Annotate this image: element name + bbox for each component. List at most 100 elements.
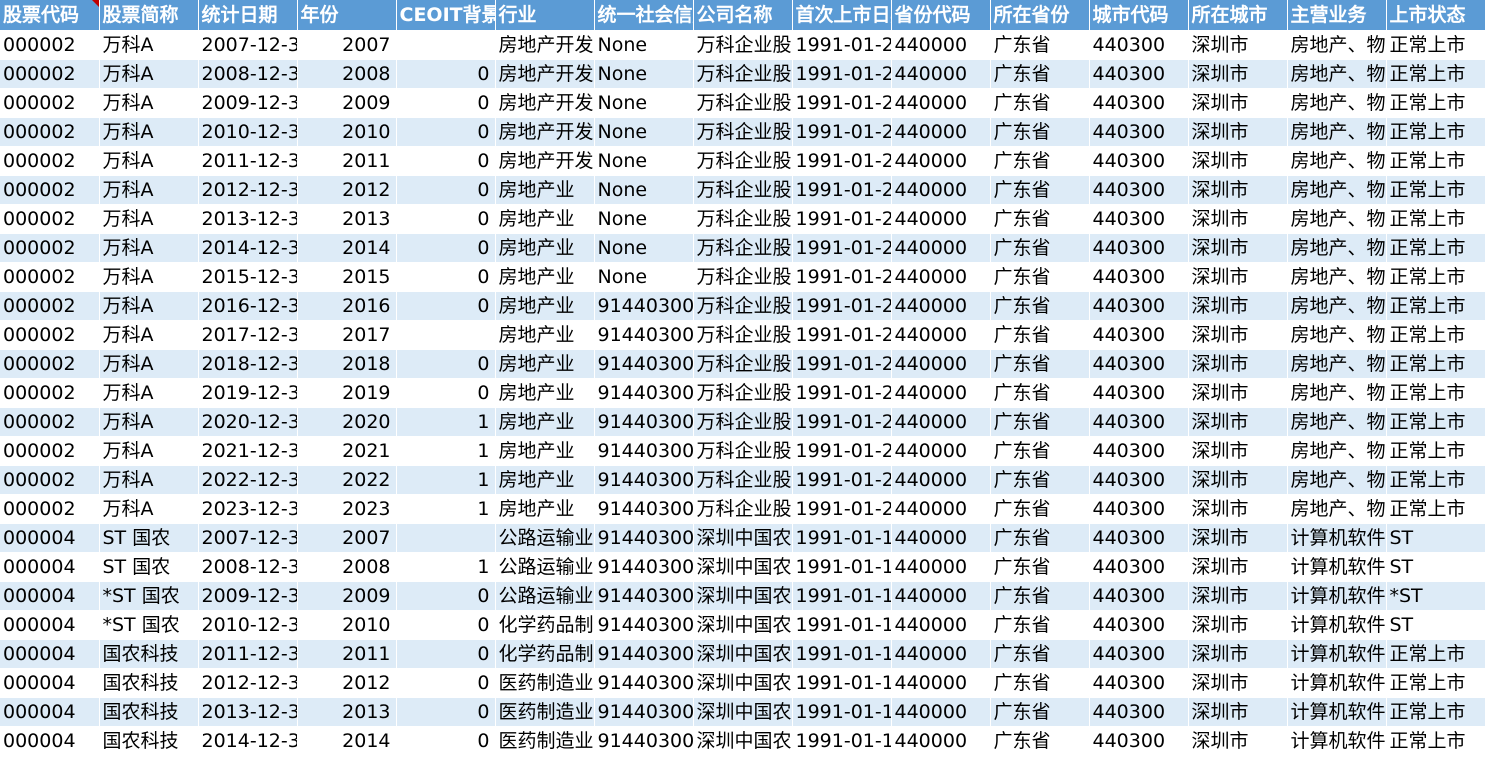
cell-code[interactable]: 000002 <box>0 88 100 118</box>
cell-city_code[interactable]: 440300 <box>1089 581 1189 611</box>
cell-company[interactable]: 万科企业股份 <box>693 117 793 147</box>
cell-code[interactable]: 000002 <box>0 465 100 495</box>
cell-ipo[interactable]: 1991-01-29 <box>792 407 892 437</box>
cell-prov_code[interactable]: 440000 <box>891 581 991 611</box>
cell-year[interactable]: 2010 <box>297 610 397 640</box>
cell-date[interactable]: 2020-12-31 <box>198 407 298 437</box>
cell-province[interactable]: 广东省 <box>990 59 1090 89</box>
cell-city[interactable]: 深圳市 <box>1188 610 1288 640</box>
cell-ipo[interactable]: 1991-01-14 <box>792 726 892 756</box>
cell-company[interactable]: 深圳中国农大 <box>693 726 793 756</box>
cell-status[interactable]: 正常上市 <box>1386 320 1485 350</box>
cell-year[interactable]: 2015 <box>297 262 397 292</box>
cell-credit[interactable]: 91440300192179585N <box>594 552 694 582</box>
cell-credit[interactable]: 91440300192179585N <box>594 639 694 669</box>
cell-province[interactable]: 广东省 <box>990 726 1090 756</box>
cell-industry[interactable]: 医药制造业 <box>495 726 595 756</box>
cell-credit[interactable]: None <box>594 175 694 205</box>
cell-province[interactable]: 广东省 <box>990 465 1090 495</box>
cell-abbr[interactable]: 国农科技 <box>99 639 199 669</box>
cell-business[interactable]: 房地产、物业 <box>1287 30 1387 60</box>
cell-ceo[interactable]: 0 <box>396 262 496 292</box>
cell-ceo[interactable] <box>396 30 496 60</box>
cell-province[interactable]: 广东省 <box>990 523 1090 553</box>
cell-company[interactable]: 深圳中国农大 <box>693 639 793 669</box>
cell-ceo[interactable]: 0 <box>396 146 496 176</box>
column-header-credit[interactable]: 统一社会信用代码 <box>594 0 694 31</box>
cell-abbr[interactable]: ST 国农 <box>99 552 199 582</box>
cell-year[interactable]: 2017 <box>297 320 397 350</box>
cell-ceo[interactable]: 0 <box>396 581 496 611</box>
cell-ceo[interactable]: 1 <box>396 552 496 582</box>
cell-company[interactable]: 深圳中国农大 <box>693 668 793 698</box>
cell-province[interactable]: 广东省 <box>990 320 1090 350</box>
cell-code[interactable]: 000002 <box>0 436 100 466</box>
cell-year[interactable]: 2012 <box>297 668 397 698</box>
cell-province[interactable]: 广东省 <box>990 668 1090 698</box>
cell-industry[interactable]: 公路运输业 <box>495 581 595 611</box>
cell-status[interactable]: 正常上市 <box>1386 117 1485 147</box>
cell-date[interactable]: 2014-12-31 <box>198 726 298 756</box>
cell-city[interactable]: 深圳市 <box>1188 552 1288 582</box>
cell-industry[interactable]: 房地产业 <box>495 291 595 321</box>
cell-city_code[interactable]: 440300 <box>1089 349 1189 379</box>
cell-ipo[interactable]: 1991-01-29 <box>792 378 892 408</box>
cell-date[interactable]: 2016-12-31 <box>198 291 298 321</box>
cell-date[interactable]: 2019-12-31 <box>198 378 298 408</box>
cell-year[interactable]: 2011 <box>297 146 397 176</box>
cell-company[interactable]: 万科企业股份 <box>693 30 793 60</box>
cell-ceo[interactable]: 1 <box>396 465 496 495</box>
cell-abbr[interactable]: *ST 国农 <box>99 581 199 611</box>
cell-city_code[interactable]: 440300 <box>1089 494 1189 524</box>
cell-company[interactable]: 万科企业股份 <box>693 407 793 437</box>
cell-abbr[interactable]: 万科A <box>99 175 199 205</box>
cell-city[interactable]: 深圳市 <box>1188 233 1288 263</box>
cell-ceo[interactable]: 0 <box>396 378 496 408</box>
cell-year[interactable]: 2010 <box>297 117 397 147</box>
cell-industry[interactable]: 医药制造业 <box>495 697 595 727</box>
cell-status[interactable]: ST <box>1386 552 1485 582</box>
cell-year[interactable]: 2014 <box>297 233 397 263</box>
cell-ceo[interactable]: 0 <box>396 610 496 640</box>
cell-province[interactable]: 广东省 <box>990 349 1090 379</box>
cell-ceo[interactable]: 0 <box>396 59 496 89</box>
cell-abbr[interactable]: 国农科技 <box>99 668 199 698</box>
cell-status[interactable]: 正常上市 <box>1386 349 1485 379</box>
cell-industry[interactable]: 房地产业 <box>495 262 595 292</box>
cell-industry[interactable]: 房地产业 <box>495 204 595 234</box>
cell-year[interactable]: 2020 <box>297 407 397 437</box>
cell-ceo[interactable]: 1 <box>396 436 496 466</box>
cell-industry[interactable]: 房地产开发 <box>495 117 595 147</box>
cell-city[interactable]: 深圳市 <box>1188 146 1288 176</box>
cell-abbr[interactable]: 国农科技 <box>99 697 199 727</box>
cell-city_code[interactable]: 440300 <box>1089 697 1189 727</box>
cell-province[interactable]: 广东省 <box>990 610 1090 640</box>
cell-ipo[interactable]: 1991-01-14 <box>792 668 892 698</box>
cell-code[interactable]: 000002 <box>0 349 100 379</box>
cell-business[interactable]: 房地产、物业 <box>1287 494 1387 524</box>
cell-code[interactable]: 000002 <box>0 494 100 524</box>
cell-date[interactable]: 2010-12-31 <box>198 610 298 640</box>
cell-company[interactable]: 深圳中国农大 <box>693 552 793 582</box>
cell-code[interactable]: 000004 <box>0 552 100 582</box>
cell-status[interactable]: ST <box>1386 610 1485 640</box>
cell-date[interactable]: 2008-12-31 <box>198 552 298 582</box>
cell-business[interactable]: 房地产、物业 <box>1287 59 1387 89</box>
cell-ipo[interactable]: 1991-01-29 <box>792 175 892 205</box>
cell-city_code[interactable]: 440300 <box>1089 465 1189 495</box>
cell-status[interactable]: *ST <box>1386 581 1485 611</box>
cell-abbr[interactable]: 万科A <box>99 407 199 437</box>
cell-city_code[interactable]: 440300 <box>1089 726 1189 756</box>
cell-status[interactable]: 正常上市 <box>1386 233 1485 263</box>
cell-year[interactable]: 2022 <box>297 465 397 495</box>
column-header-ceo[interactable]: CEOIT背景 <box>396 0 496 31</box>
cell-company[interactable]: 万科企业股份 <box>693 59 793 89</box>
cell-date[interactable]: 2009-12-31 <box>198 88 298 118</box>
cell-prov_code[interactable]: 440000 <box>891 233 991 263</box>
cell-ipo[interactable]: 1991-01-29 <box>792 30 892 60</box>
column-header-industry[interactable]: 行业 <box>495 0 595 31</box>
cell-credit[interactable]: 91440300192181490G <box>594 407 694 437</box>
column-header-company[interactable]: 公司名称 <box>693 0 793 31</box>
cell-prov_code[interactable]: 440000 <box>891 320 991 350</box>
cell-city_code[interactable]: 440300 <box>1089 320 1189 350</box>
